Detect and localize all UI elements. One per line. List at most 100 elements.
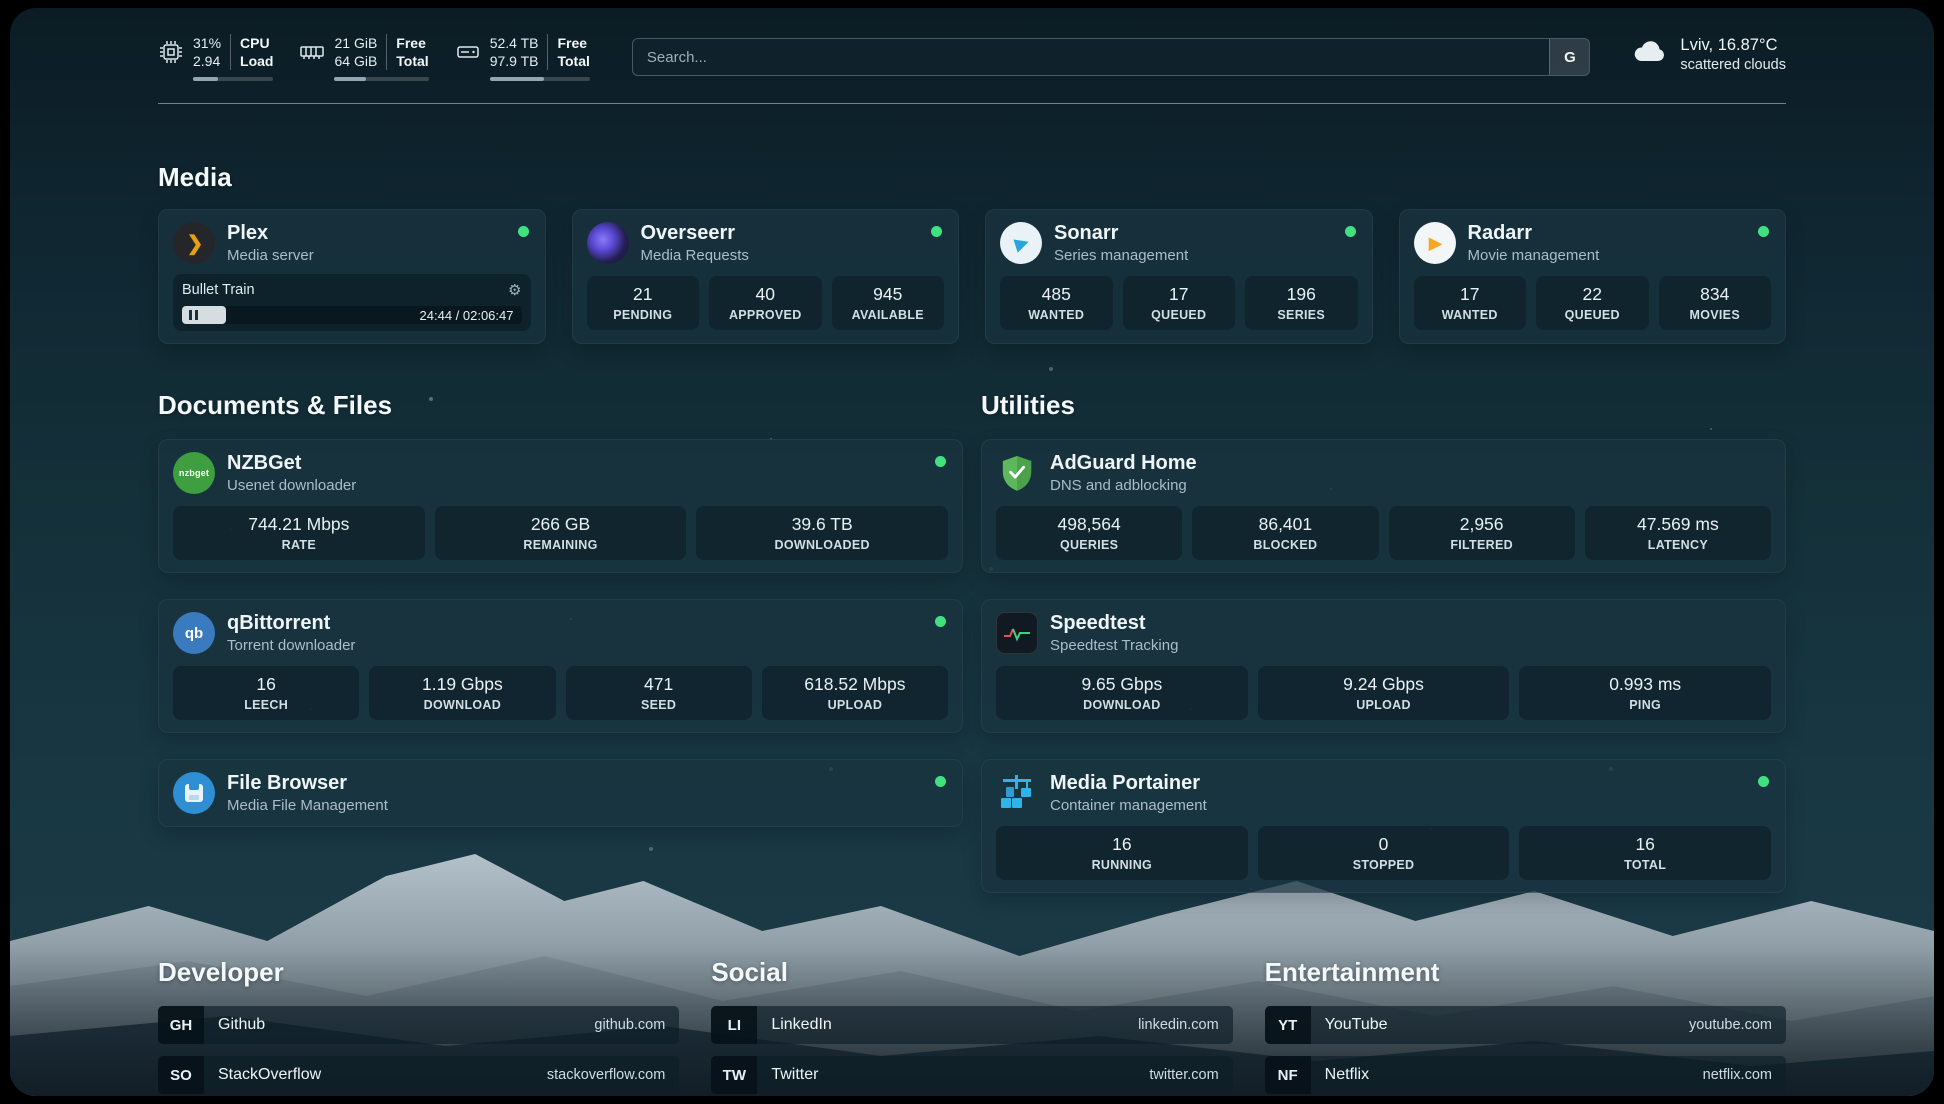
disk-label-top: Free bbox=[557, 34, 589, 52]
github-badge-icon: GH bbox=[158, 1006, 204, 1044]
app-subtitle-adguard: DNS and adblocking bbox=[1050, 477, 1197, 494]
stat-downloaded: 39.6 TB DOWNLOADED bbox=[696, 506, 948, 560]
link-stackoverflow[interactable]: SO StackOverflow stackoverflow.com bbox=[158, 1056, 679, 1094]
app-subtitle-radarr: Movie management bbox=[1468, 247, 1600, 264]
app-card-filebrowser[interactable]: File Browser Media File Management bbox=[158, 759, 963, 827]
app-card-sonarr[interactable]: ▶ Sonarr Series management 485 WANTED bbox=[985, 209, 1373, 344]
app-subtitle-plex: Media server bbox=[227, 247, 314, 264]
cpu-progressbar bbox=[193, 77, 273, 81]
status-dot bbox=[935, 616, 946, 627]
ram-icon bbox=[299, 39, 325, 65]
app-name-qbittorrent: qBittorrent bbox=[227, 612, 355, 635]
app-name-sonarr: Sonarr bbox=[1054, 222, 1188, 245]
utilities-column: Utilities Ad bbox=[981, 390, 1786, 893]
app-name-filebrowser: File Browser bbox=[227, 772, 388, 795]
link-linkedin[interactable]: LI LinkedIn linkedin.com bbox=[711, 1006, 1232, 1044]
header-divider bbox=[158, 103, 1786, 104]
stat-download: 1.19 Gbps DOWNLOAD bbox=[369, 666, 555, 720]
stat-movies: 834 MOVIES bbox=[1659, 276, 1772, 330]
cpu-usage-value: 31% bbox=[193, 34, 221, 52]
playback-time: 24:44 / 02:06:47 bbox=[420, 308, 514, 323]
stat-ping: 0.993 ms PING bbox=[1519, 666, 1771, 720]
link-youtube[interactable]: YT YouTube youtube.com bbox=[1265, 1006, 1786, 1044]
overseerr-icon bbox=[587, 222, 629, 264]
adguard-icon bbox=[996, 452, 1038, 494]
cpu-label-bottom: Load bbox=[240, 52, 273, 70]
weather-widget: Lviv, 16.87°C scattered clouds bbox=[1632, 36, 1786, 73]
nzbget-icon: nzbget bbox=[173, 452, 215, 494]
app-name-overseerr: Overseerr bbox=[641, 222, 749, 245]
top-bar: 31% 2.94 CPU Load bbox=[158, 34, 1786, 81]
speedtest-icon bbox=[996, 612, 1038, 654]
ram-widget: 21 GiB 64 GiB Free Total bbox=[299, 34, 428, 81]
app-subtitle-overseerr: Media Requests bbox=[641, 247, 749, 264]
stat-upload: 618.52 Mbps UPLOAD bbox=[762, 666, 948, 720]
stat-queued: 17 QUEUED bbox=[1123, 276, 1236, 330]
ram-label-top: Free bbox=[396, 34, 428, 52]
stat-queries: 498,564 QUERIES bbox=[996, 506, 1182, 560]
stat-remaining: 266 GB REMAINING bbox=[435, 506, 687, 560]
ram-label-bottom: Total bbox=[396, 52, 428, 70]
stat-blocked: 86,401 BLOCKED bbox=[1192, 506, 1378, 560]
filebrowser-icon bbox=[173, 772, 215, 814]
link-netflix[interactable]: NF Netflix netflix.com bbox=[1265, 1056, 1786, 1094]
playback-progressbar[interactable]: 24:44 / 02:06:47 bbox=[182, 306, 522, 324]
app-card-portainer[interactable]: Media Portainer Container management 16 … bbox=[981, 759, 1786, 893]
stat-total: 16 TOTAL bbox=[1519, 826, 1771, 880]
app-card-adguard[interactable]: AdGuard Home DNS and adblocking 498,564 … bbox=[981, 439, 1786, 573]
ram-free-value: 21 GiB bbox=[334, 34, 377, 52]
app-card-speedtest[interactable]: Speedtest Speedtest Tracking 9.65 Gbps D… bbox=[981, 599, 1786, 733]
section-title-media: Media bbox=[158, 162, 1786, 193]
link-github[interactable]: GH Github github.com bbox=[158, 1006, 679, 1044]
system-stats: 31% 2.94 CPU Load bbox=[158, 34, 590, 81]
stat-approved: 40 APPROVED bbox=[709, 276, 822, 330]
screen: 31% 2.94 CPU Load bbox=[0, 0, 1944, 1104]
app-card-nzbget[interactable]: nzbget NZBGet Usenet downloader 744.21 M… bbox=[158, 439, 963, 573]
search-input[interactable] bbox=[633, 39, 1550, 75]
disk-total-value: 97.9 TB bbox=[490, 52, 539, 70]
app-name-nzbget: NZBGet bbox=[227, 452, 356, 475]
disk-free-value: 52.4 TB bbox=[490, 34, 539, 52]
portainer-icon bbox=[996, 772, 1038, 814]
section-title-utilities: Utilities bbox=[981, 390, 1786, 421]
app-card-qbittorrent[interactable]: qb qBittorrent Torrent downloader 16 LEE… bbox=[158, 599, 963, 733]
status-dot bbox=[935, 776, 946, 787]
search-engine-button[interactable]: G bbox=[1549, 39, 1589, 75]
stat-rate: 744.21 Mbps RATE bbox=[173, 506, 425, 560]
status-dot bbox=[935, 456, 946, 467]
app-name-radarr: Radarr bbox=[1468, 222, 1600, 245]
stat-latency: 47.569 ms LATENCY bbox=[1585, 506, 1771, 560]
entertainment-links: Entertainment YT YouTube youtube.com NF … bbox=[1265, 957, 1786, 1096]
stat-seed: 471 SEED bbox=[566, 666, 752, 720]
netflix-badge-icon: NF bbox=[1265, 1056, 1311, 1094]
pause-icon[interactable] bbox=[189, 310, 198, 320]
stat-wanted: 485 WANTED bbox=[1000, 276, 1113, 330]
stat-running: 16 RUNNING bbox=[996, 826, 1248, 880]
status-dot bbox=[518, 226, 529, 237]
status-dot bbox=[1345, 226, 1356, 237]
cpu-widget: 31% 2.94 CPU Load bbox=[158, 34, 273, 81]
disk-label-bottom: Total bbox=[557, 52, 589, 70]
link-twitter[interactable]: TW Twitter twitter.com bbox=[711, 1056, 1232, 1094]
stat-wanted: 17 WANTED bbox=[1414, 276, 1527, 330]
twitter-badge-icon: TW bbox=[711, 1056, 757, 1094]
search-bar: G bbox=[632, 38, 1591, 76]
now-playing-title: Bullet Train bbox=[182, 282, 255, 298]
developer-links: Developer GH Github github.com SO StackO… bbox=[158, 957, 679, 1096]
ram-total-value: 64 GiB bbox=[334, 52, 377, 70]
gear-icon[interactable]: ⚙ bbox=[508, 281, 521, 299]
status-dot bbox=[1758, 226, 1769, 237]
stat-stopped: 0 STOPPED bbox=[1258, 826, 1510, 880]
app-name-speedtest: Speedtest bbox=[1050, 612, 1178, 635]
app-card-plex[interactable]: ❯ Plex Media server Bullet Train ⚙ bbox=[158, 209, 546, 344]
app-name-adguard: AdGuard Home bbox=[1050, 452, 1197, 475]
status-dot bbox=[1758, 776, 1769, 787]
cpu-load-value: 2.94 bbox=[193, 52, 221, 70]
snow-particles bbox=[10, 8, 12, 10]
app-card-radarr[interactable]: ▶ Radarr Movie management 17 WANTED bbox=[1399, 209, 1787, 344]
disk-icon bbox=[455, 39, 481, 65]
section-title-social: Social bbox=[711, 957, 1232, 988]
app-name-plex: Plex bbox=[227, 222, 314, 245]
plex-icon: ❯ bbox=[173, 222, 215, 264]
app-card-overseerr[interactable]: Overseerr Media Requests 21 PENDING 40 A… bbox=[572, 209, 960, 344]
